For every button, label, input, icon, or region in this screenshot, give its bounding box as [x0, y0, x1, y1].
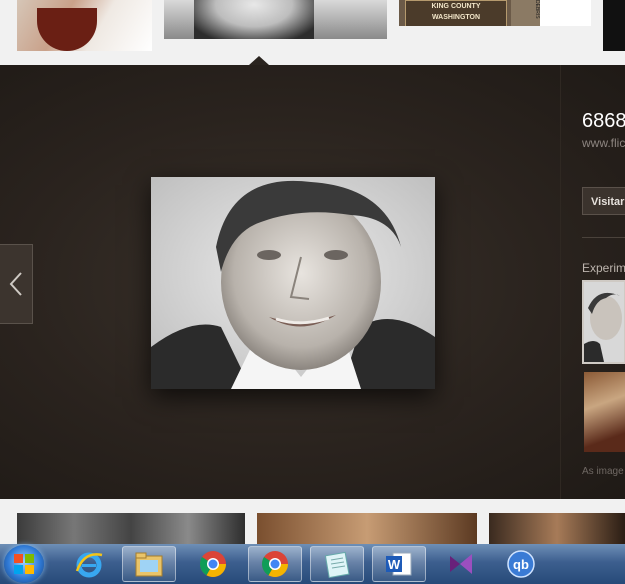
- taskbar-chrome-canary[interactable]: [248, 546, 302, 582]
- plaque-line: KING COUNTY: [431, 3, 481, 10]
- internet-explorer-icon: [75, 552, 103, 578]
- result-thumbnail[interactable]: [489, 513, 625, 544]
- previous-arrow-button[interactable]: [0, 244, 33, 324]
- qb-label: qb: [513, 557, 529, 572]
- divider: [582, 237, 625, 238]
- taskbar-microsoft-word[interactable]: W: [372, 546, 426, 582]
- result-thumbnail[interactable]: KING COUNTY WASHINGTON DEBRIS: [399, 0, 540, 26]
- taskbar-notepad[interactable]: [310, 546, 364, 582]
- chrome-icon: [261, 551, 289, 578]
- related-image-thumbnail[interactable]: [582, 280, 625, 364]
- windows-logo-icon: [14, 554, 34, 574]
- taskbar-windows-explorer[interactable]: [122, 546, 176, 582]
- taskbar-qbittorrent[interactable]: qb: [494, 546, 548, 582]
- plaque: KING COUNTY WASHINGTON: [405, 0, 507, 26]
- result-thumbnail[interactable]: [603, 0, 625, 51]
- selection-pointer: [249, 56, 269, 65]
- source-url[interactable]: www.flic: [582, 136, 625, 150]
- chevron-left-icon: [9, 272, 22, 296]
- result-thumbnail[interactable]: [257, 513, 477, 544]
- image-results-top-row: KING COUNTY WASHINGTON DEBRIS: [0, 0, 625, 64]
- windows-taskbar: W qb: [0, 544, 625, 584]
- footer-note: As image: [582, 466, 624, 477]
- result-thumbnail-selected[interactable]: [164, 0, 387, 39]
- image-title: 6868: [582, 110, 625, 132]
- related-image-thumbnail[interactable]: [584, 372, 625, 452]
- notepad-icon: [324, 551, 350, 578]
- folder-icon: [135, 552, 163, 577]
- chrome-icon: [199, 551, 227, 578]
- image-details-sidebar: 6868 www.flic Visitar Experim As image: [560, 65, 625, 499]
- plaque-line: WASHINGTON: [431, 14, 481, 21]
- thumbnail-detail: [37, 8, 97, 51]
- word-letter: W: [388, 557, 401, 572]
- taskbar-internet-explorer[interactable]: [62, 546, 116, 582]
- start-button[interactable]: [4, 545, 44, 583]
- thumbnail-detail: [194, 0, 314, 39]
- related-portrait: [584, 282, 624, 362]
- taskbar-chrome[interactable]: [186, 546, 240, 582]
- qbittorrent-icon: qb: [507, 550, 535, 578]
- result-thumbnail[interactable]: [17, 513, 245, 544]
- visit-page-button[interactable]: Visitar: [582, 187, 625, 215]
- visual-studio-icon: [450, 554, 472, 574]
- result-thumbnail[interactable]: [17, 0, 152, 51]
- image-preview-panel: 6868 www.flic Visitar Experim As image: [0, 65, 625, 499]
- taskbar-visual-studio[interactable]: [434, 546, 488, 582]
- word-icon: W: [386, 552, 412, 576]
- side-label: DEBRIS: [511, 0, 540, 26]
- related-images-heading: Experim: [582, 261, 625, 275]
- preview-image[interactable]: [151, 177, 435, 389]
- result-thumbnail-blank[interactable]: [540, 0, 591, 26]
- portrait-photo: [151, 177, 435, 389]
